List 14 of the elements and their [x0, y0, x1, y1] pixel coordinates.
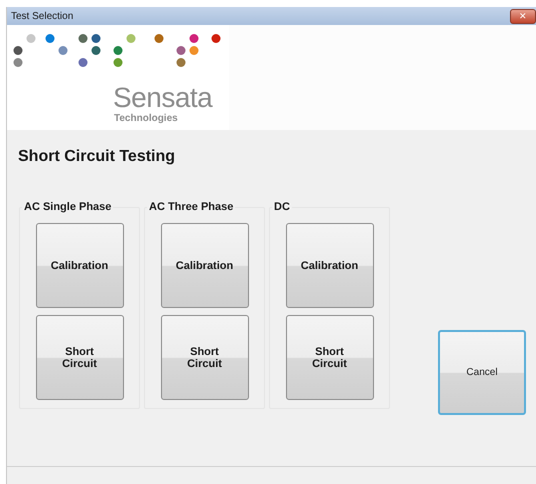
group-title: AC Single Phase: [23, 201, 112, 213]
group-title: AC Three Phase: [148, 201, 234, 213]
page-heading: Short Circuit Testing: [18, 148, 176, 166]
group-title: DC: [273, 201, 291, 213]
test-button[interactable]: Calibration: [160, 223, 248, 308]
window-title: Test Selection: [11, 10, 74, 22]
logo-name: Sensata: [113, 83, 214, 113]
test-button[interactable]: Calibration: [36, 223, 124, 308]
test-button[interactable]: Calibration: [286, 223, 374, 308]
test-button[interactable]: Short Circuit: [36, 315, 124, 400]
test-button[interactable]: Short Circuit: [160, 315, 248, 400]
test-button[interactable]: Short Circuit: [286, 315, 374, 400]
logo-subtitle: Technologies: [114, 113, 179, 124]
cancel-button[interactable]: Cancel: [438, 330, 526, 415]
